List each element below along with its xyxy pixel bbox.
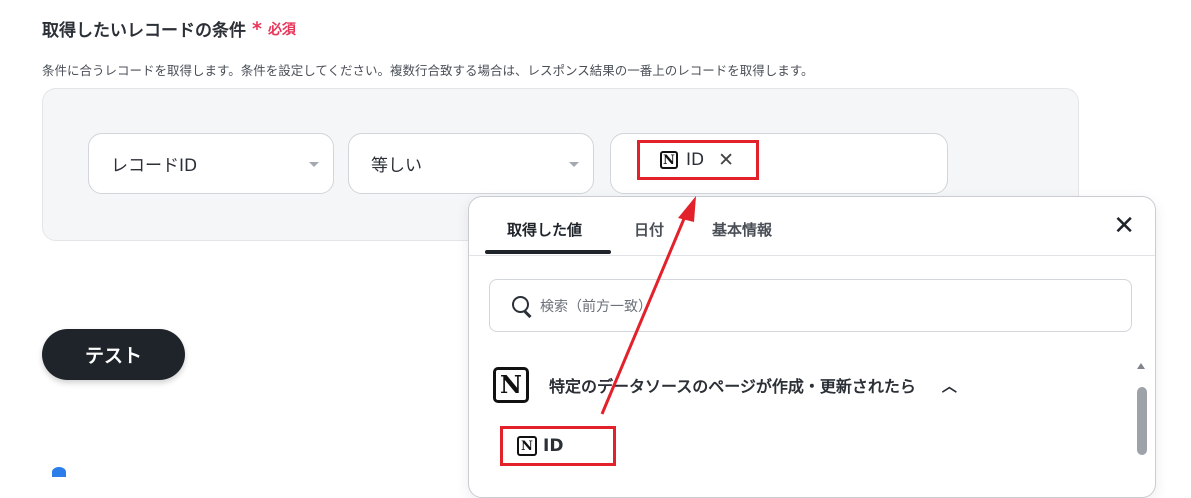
section-title: 取得したいレコードの条件 * 必須: [42, 16, 296, 42]
required-label: 必須: [267, 21, 296, 38]
notion-icon: N: [493, 367, 529, 403]
scroll-up-arrow[interactable]: [1137, 363, 1145, 369]
chevron-up-icon[interactable]: ︿: [942, 375, 957, 396]
tab-obtained-values[interactable]: 取得した値: [507, 219, 582, 240]
active-tab-indicator: [485, 250, 611, 254]
section-description: 条件に合うレコードを取得します。条件を設定してください。複数行合致する場合は、レ…: [42, 63, 814, 78]
notion-icon: N: [660, 151, 678, 169]
trigger-group-header[interactable]: N 特定のデータソースのページが作成・更新されたら ︿: [493, 367, 957, 403]
field-select[interactable]: レコードID: [88, 133, 334, 194]
required-mark: *: [252, 17, 262, 40]
value-chip[interactable]: N ID ✕: [637, 140, 759, 180]
caret-down-icon: [309, 162, 319, 167]
tabs-divider: [469, 255, 1155, 256]
value-chip-label: ID: [686, 150, 705, 170]
notion-icon: N: [517, 436, 537, 456]
section-title-text: 取得したいレコードの条件: [42, 21, 246, 41]
scrollbar-thumb[interactable]: [1137, 387, 1147, 455]
caret-down-icon: [569, 162, 579, 167]
field-select-value: レコードID: [111, 156, 198, 176]
list-item-id-label: ID: [543, 436, 564, 456]
list-item-id[interactable]: N ID: [500, 426, 616, 466]
test-button[interactable]: テスト: [42, 329, 185, 380]
search-input[interactable]: 検索（前方一致）: [489, 279, 1132, 332]
partial-icon: [52, 467, 66, 477]
close-icon[interactable]: ✕: [718, 149, 734, 171]
search-icon: [512, 295, 532, 318]
trigger-group-label: 特定のデータソースのページが作成・更新されたら: [549, 377, 916, 396]
close-icon[interactable]: ✕: [1113, 213, 1135, 239]
search-placeholder: 検索（前方一致）: [540, 298, 652, 315]
tab-basic-info[interactable]: 基本情報: [712, 219, 772, 240]
tab-date[interactable]: 日付: [634, 219, 664, 240]
operator-select[interactable]: 等しい: [348, 133, 594, 194]
operator-select-value: 等しい: [371, 156, 422, 176]
